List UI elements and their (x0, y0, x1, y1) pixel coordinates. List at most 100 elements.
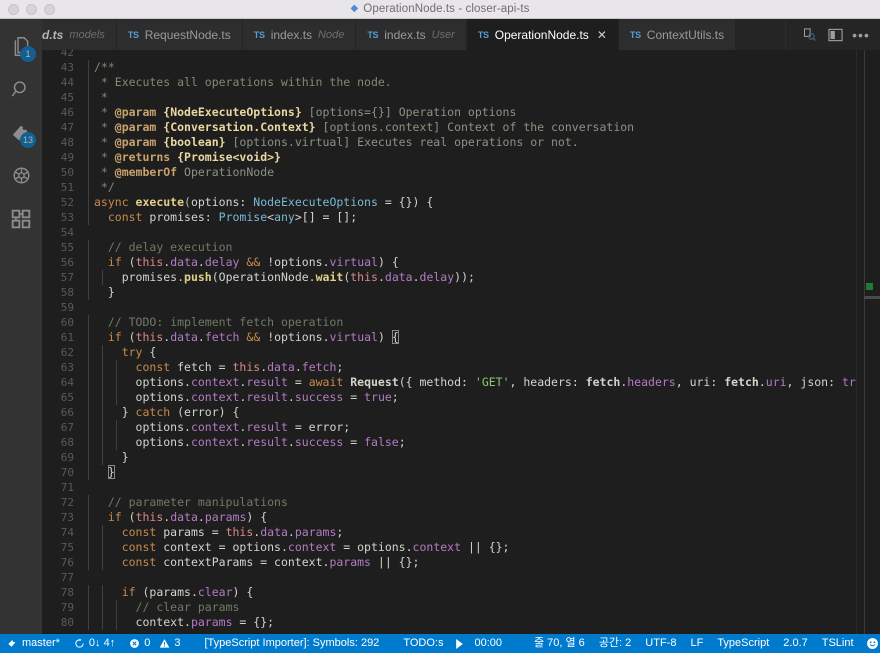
sidebar-item-source-control[interactable]: 13 (0, 111, 42, 154)
code-line[interactable]: 61 if (this.data.fetch && !options.virtu… (42, 330, 856, 345)
line-content[interactable] (88, 480, 856, 495)
code-line[interactable]: 47 * @param {Conversation.Context} [opti… (42, 120, 856, 135)
line-content[interactable]: const fetch = this.data.fetch; (88, 360, 856, 375)
status-tslint[interactable]: TSLint (815, 634, 861, 653)
line-content[interactable]: // delay execution (88, 240, 856, 255)
code-line[interactable]: 65 options.context.result.success = true… (42, 390, 856, 405)
code-scroll-region[interactable]: 4243/**44 * Executes all operations with… (42, 50, 856, 634)
line-content[interactable]: } (88, 450, 856, 465)
line-content[interactable]: // parameter manipulations (88, 495, 856, 510)
overview-ruler[interactable] (856, 50, 880, 634)
line-content[interactable]: if (this.data.params) { (88, 510, 856, 525)
code-line[interactable]: 77 (42, 570, 856, 585)
line-content[interactable]: */ (88, 180, 856, 195)
line-content[interactable]: async execute(options: NodeExecuteOption… (88, 195, 856, 210)
code-line[interactable]: 53 const promises: Promise<any>[] = []; (42, 210, 856, 225)
code-line[interactable]: 73 if (this.data.params) { (42, 510, 856, 525)
code-line[interactable]: 74 const params = this.data.params; (42, 525, 856, 540)
code-line[interactable]: 69 } (42, 450, 856, 465)
editor-area[interactable]: 4243/**44 * Executes all operations with… (42, 50, 880, 634)
status-eol[interactable]: LF (683, 634, 710, 653)
tab-close-icon[interactable]: ✕ (597, 29, 607, 41)
vertical-scrollbar-thumb[interactable] (864, 296, 880, 299)
line-content[interactable]: * Executes all operations within the nod… (88, 75, 856, 90)
code-line[interactable]: 42 (42, 50, 856, 60)
line-content[interactable]: if (this.data.delay && !options.virtual)… (88, 255, 856, 270)
code-line[interactable]: 55 // delay execution (42, 240, 856, 255)
line-content[interactable]: * @returns {Promise<void>} (88, 150, 856, 165)
status-timer[interactable]: 00:00 (450, 634, 507, 653)
code-line[interactable]: 46 * @param {NodeExecuteOptions} [option… (42, 105, 856, 120)
line-content[interactable]: if (params.clear) { (88, 585, 856, 600)
code-line[interactable]: 66 } catch (error) { (42, 405, 856, 420)
tab-s-d-ts[interactable]: s.d.tsmodels (42, 19, 117, 50)
line-content[interactable]: options.context.result.success = false; (88, 435, 856, 450)
code-line[interactable]: 52async execute(options: NodeExecuteOpti… (42, 195, 856, 210)
code-line[interactable]: 78 if (params.clear) { (42, 585, 856, 600)
status-encoding[interactable]: UTF-8 (638, 634, 683, 653)
status-problems[interactable]: 0 3 (122, 634, 187, 653)
code-line[interactable]: 50 * @memberOf OperationNode (42, 165, 856, 180)
code-line[interactable]: 57 promises.push(OperationNode.wait(this… (42, 270, 856, 285)
line-content[interactable]: * @param {boolean} [options.virtual] Exe… (88, 135, 856, 150)
tab-requestnode-ts[interactable]: TSRequestNode.ts (117, 19, 243, 50)
tab-index-ts[interactable]: TSindex.tsNode (243, 19, 357, 50)
status-version[interactable]: 2.0.7 (776, 634, 814, 653)
line-content[interactable]: options.context.result.success = true; (88, 390, 856, 405)
tab-index-ts[interactable]: TSindex.tsUser (356, 19, 467, 50)
code-lines[interactable]: 4243/**44 * Executes all operations with… (42, 50, 856, 630)
status-indentation[interactable]: 공간: 2 (592, 634, 638, 653)
line-content[interactable]: * @param {NodeExecuteOptions} [options={… (88, 105, 856, 120)
code-line[interactable]: 75 const context = options.context = opt… (42, 540, 856, 555)
tab-contextutils-ts[interactable]: TSContextUtils.ts (619, 19, 736, 50)
status-cursor-position[interactable]: 줄 70, 열 6 (527, 634, 592, 653)
code-line[interactable]: 56 if (this.data.delay && !options.virtu… (42, 255, 856, 270)
code-line[interactable]: 44 * Executes all operations within the … (42, 75, 856, 90)
code-line[interactable]: 62 try { (42, 345, 856, 360)
line-content[interactable]: // clear params (88, 600, 856, 615)
split-editor-icon[interactable] (822, 19, 848, 50)
code-line[interactable]: 79 // clear params (42, 600, 856, 615)
sidebar-item-extensions[interactable] (0, 197, 42, 240)
tab-operationnode-ts[interactable]: TSOperationNode.ts✕ (467, 19, 619, 50)
sidebar-item-search[interactable] (0, 68, 42, 111)
code-line[interactable]: 67 options.context.result = error; (42, 420, 856, 435)
code-line[interactable]: 76 const contextParams = context.params … (42, 555, 856, 570)
sidebar-item-debug[interactable] (0, 154, 42, 197)
code-line[interactable]: 64 options.context.result = await Reques… (42, 375, 856, 390)
line-content[interactable]: promises.push(OperationNode.wait(this.da… (88, 270, 856, 285)
status-feedback[interactable] (861, 634, 880, 653)
code-line[interactable]: 54 (42, 225, 856, 240)
code-line[interactable]: 63 const fetch = this.data.fetch; (42, 360, 856, 375)
code-line[interactable]: 51 */ (42, 180, 856, 195)
line-content[interactable]: } catch (error) { (88, 405, 856, 420)
status-sync[interactable]: 0↓ 4↑ (67, 634, 122, 653)
line-content[interactable]: options.context.result = error; (88, 420, 856, 435)
line-content[interactable]: * @memberOf OperationNode (88, 165, 856, 180)
more-actions-icon[interactable]: ••• (848, 19, 874, 50)
code-line[interactable]: 60 // TODO: implement fetch operation (42, 315, 856, 330)
code-line[interactable]: 80 context.params = {}; (42, 615, 856, 630)
line-content[interactable] (88, 570, 856, 585)
status-language-mode[interactable]: TypeScript (710, 634, 776, 653)
line-content[interactable]: try { (88, 345, 856, 360)
line-content[interactable]: const contextParams = context.params || … (88, 555, 856, 570)
code-line[interactable]: 45 * (42, 90, 856, 105)
line-content[interactable] (88, 300, 856, 315)
line-content[interactable]: const params = this.data.params; (88, 525, 856, 540)
line-content[interactable] (88, 50, 856, 60)
line-content[interactable] (88, 225, 856, 240)
code-line[interactable]: 59 (42, 300, 856, 315)
line-content[interactable]: * (88, 90, 856, 105)
status-branch[interactable]: master* (0, 634, 67, 653)
code-line[interactable]: 72 // parameter manipulations (42, 495, 856, 510)
code-line[interactable]: 70 } (42, 465, 856, 480)
line-content[interactable]: /** (88, 60, 856, 75)
line-content[interactable]: } (88, 285, 856, 300)
line-content[interactable]: // TODO: implement fetch operation (88, 315, 856, 330)
code-line[interactable]: 48 * @param {boolean} [options.virtual] … (42, 135, 856, 150)
status-todos[interactable]: TODO:s (396, 634, 450, 653)
line-content[interactable]: } (88, 465, 856, 480)
line-content[interactable]: options.context.result = await Request({… (88, 375, 856, 390)
open-changes-icon[interactable] (796, 19, 822, 50)
